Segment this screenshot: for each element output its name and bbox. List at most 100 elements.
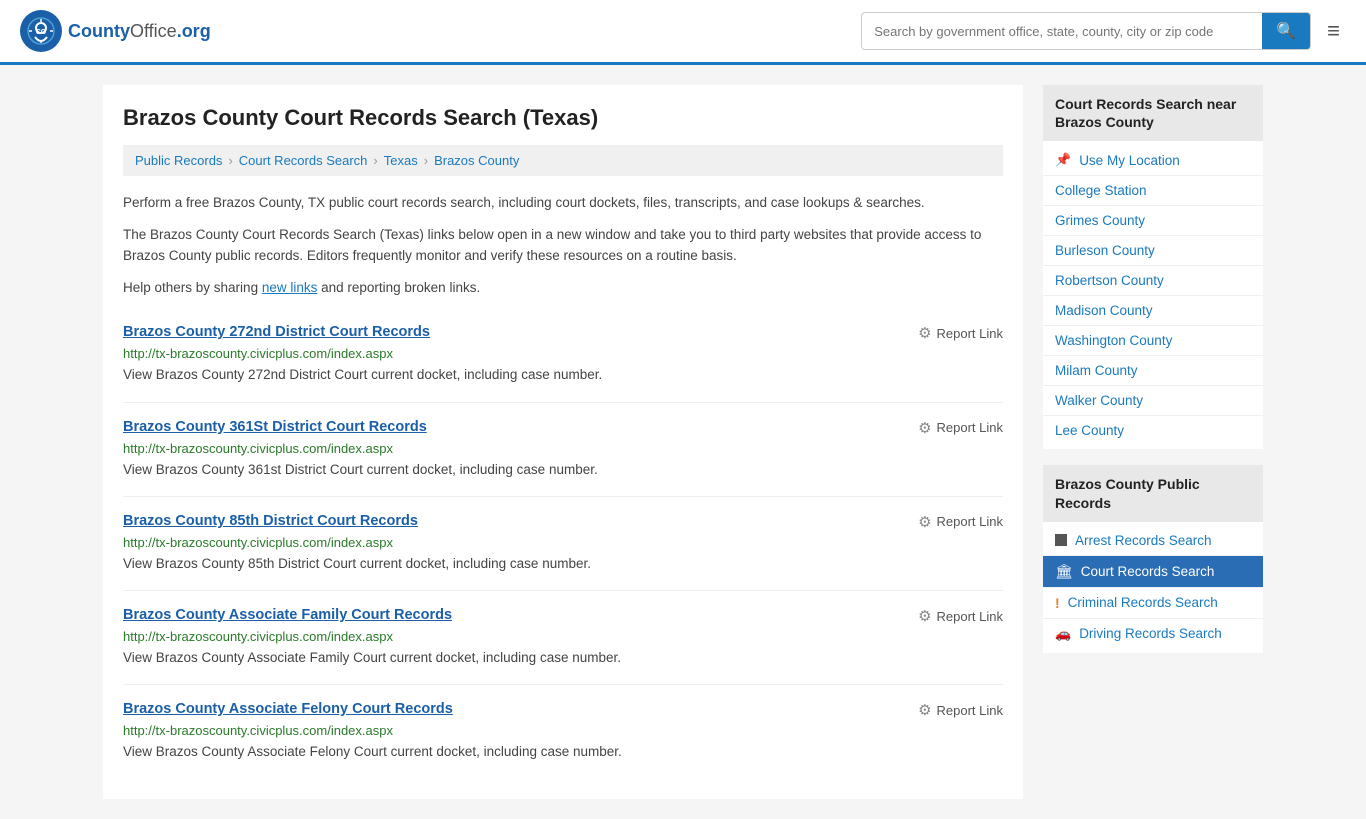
record-title-4[interactable]: Brazos County Associate Felony Court Rec… bbox=[123, 701, 453, 717]
report-link-3[interactable]: ⚙ Report Link bbox=[918, 607, 1003, 625]
description-2: The Brazos County Court Records Search (… bbox=[123, 224, 1003, 267]
nearby-link-label-6: Washington County bbox=[1055, 333, 1172, 348]
record-title-0[interactable]: Brazos County 272nd District Court Recor… bbox=[123, 324, 430, 340]
nearby-section-title: Court Records Search near Brazos County bbox=[1043, 85, 1263, 141]
record-header: Brazos County 361St District Court Recor… bbox=[123, 419, 1003, 437]
breadcrumb: Public Records › Court Records Search › … bbox=[123, 145, 1003, 176]
desc3-before: Help others by sharing bbox=[123, 280, 262, 295]
pub-link-1[interactable]: 🏛 Court Records Search bbox=[1043, 556, 1263, 588]
breadcrumb-sep-1: › bbox=[228, 153, 232, 168]
nearby-link-9[interactable]: Lee County bbox=[1043, 416, 1263, 445]
nearby-link-label-8: Walker County bbox=[1055, 393, 1143, 408]
pub-link-0[interactable]: Arrest Records Search bbox=[1043, 526, 1263, 556]
breadcrumb-texas[interactable]: Texas bbox=[384, 153, 418, 168]
logo-area: CO CountyOffice.org bbox=[20, 10, 211, 52]
nearby-link-label-2: Grimes County bbox=[1055, 213, 1145, 228]
report-link-0[interactable]: ⚙ Report Link bbox=[918, 324, 1003, 342]
sidebar: Court Records Search near Brazos County … bbox=[1043, 85, 1263, 799]
nearby-section: Court Records Search near Brazos County … bbox=[1043, 85, 1263, 449]
record-url-0[interactable]: http://tx-brazoscounty.civicplus.com/ind… bbox=[123, 346, 1003, 361]
breadcrumb-sep-3: › bbox=[424, 153, 428, 168]
record-title-3[interactable]: Brazos County Associate Family Court Rec… bbox=[123, 607, 452, 623]
search-button[interactable]: 🔍 bbox=[1262, 13, 1310, 49]
records-list: Brazos County 272nd District Court Recor… bbox=[123, 308, 1003, 778]
nearby-link-5[interactable]: Madison County bbox=[1043, 296, 1263, 326]
nearby-link-8[interactable]: Walker County bbox=[1043, 386, 1263, 416]
record-header: Brazos County 272nd District Court Recor… bbox=[123, 324, 1003, 342]
header: CO CountyOffice.org 🔍 ≡ bbox=[0, 0, 1366, 65]
pub-link-2[interactable]: ! Criminal Records Search bbox=[1043, 588, 1263, 619]
record-title-2[interactable]: Brazos County 85th District Court Record… bbox=[123, 513, 418, 529]
nearby-link-7[interactable]: Milam County bbox=[1043, 356, 1263, 386]
report-icon-2: ⚙ bbox=[918, 513, 931, 531]
pub-link-3[interactable]: 🚗 Driving Records Search bbox=[1043, 619, 1263, 649]
new-links-link[interactable]: new links bbox=[262, 280, 318, 295]
breadcrumb-sep-2: › bbox=[373, 153, 377, 168]
exclaim-icon: ! bbox=[1055, 595, 1060, 611]
report-icon-1: ⚙ bbox=[918, 419, 931, 437]
car-icon: 🚗 bbox=[1055, 626, 1071, 642]
content-area: Brazos County Court Records Search (Texa… bbox=[103, 85, 1023, 799]
nearby-link-label-0: Use My Location bbox=[1079, 153, 1180, 168]
nearby-links: 📌 Use My Location College Station Grimes Co… bbox=[1043, 141, 1263, 449]
record-url-3[interactable]: http://tx-brazoscounty.civicplus.com/ind… bbox=[123, 629, 1003, 644]
logo-icon: CO bbox=[20, 10, 62, 52]
breadcrumb-public-records[interactable]: Public Records bbox=[135, 153, 222, 168]
nearby-link-label-3: Burleson County bbox=[1055, 243, 1155, 258]
record-desc-2: View Brazos County 85th District Court c… bbox=[123, 554, 1003, 574]
record-url-2[interactable]: http://tx-brazoscounty.civicplus.com/ind… bbox=[123, 535, 1003, 550]
record-desc-0: View Brazos County 272nd District Court … bbox=[123, 365, 1003, 385]
description-3: Help others by sharing new links and rep… bbox=[123, 277, 1003, 299]
pub-link-label-1: Court Records Search bbox=[1081, 564, 1215, 579]
record-item: Brazos County 85th District Court Record… bbox=[123, 497, 1003, 591]
pub-records-links: Arrest Records Search🏛 Court Records Sear… bbox=[1043, 522, 1263, 653]
header-right: 🔍 ≡ bbox=[861, 12, 1346, 50]
search-bar: 🔍 bbox=[861, 12, 1311, 50]
svg-text:CO: CO bbox=[36, 29, 47, 36]
desc3-after: and reporting broken links. bbox=[317, 280, 480, 295]
record-url-1[interactable]: http://tx-brazoscounty.civicplus.com/ind… bbox=[123, 441, 1003, 456]
report-icon-3: ⚙ bbox=[918, 607, 931, 625]
public-records-section: Brazos County Public Records Arrest Reco… bbox=[1043, 465, 1263, 652]
breadcrumb-court-records[interactable]: Court Records Search bbox=[239, 153, 368, 168]
report-icon-0: ⚙ bbox=[918, 324, 931, 342]
nearby-link-2[interactable]: Grimes County bbox=[1043, 206, 1263, 236]
pin-icon: 📌 bbox=[1055, 152, 1071, 168]
nearby-link-4[interactable]: Robertson County bbox=[1043, 266, 1263, 296]
record-desc-3: View Brazos County Associate Family Cour… bbox=[123, 648, 1003, 668]
nearby-link-3[interactable]: Burleson County bbox=[1043, 236, 1263, 266]
record-header: Brazos County 85th District Court Record… bbox=[123, 513, 1003, 531]
square-icon bbox=[1055, 534, 1067, 546]
record-item: Brazos County 272nd District Court Recor… bbox=[123, 308, 1003, 402]
building-icon: 🏛 bbox=[1055, 563, 1073, 580]
public-records-title: Brazos County Public Records bbox=[1043, 465, 1263, 521]
nearby-link-label-4: Robertson County bbox=[1055, 273, 1164, 288]
record-desc-1: View Brazos County 361st District Court … bbox=[123, 460, 1003, 480]
pub-link-label-0: Arrest Records Search bbox=[1075, 533, 1212, 548]
menu-icon[interactable]: ≡ bbox=[1321, 12, 1346, 50]
search-input[interactable] bbox=[862, 16, 1262, 47]
main-container: Brazos County Court Records Search (Texa… bbox=[83, 65, 1283, 819]
record-desc-4: View Brazos County Associate Felony Cour… bbox=[123, 742, 1003, 762]
nearby-link-6[interactable]: Washington County bbox=[1043, 326, 1263, 356]
pub-link-label-2: Criminal Records Search bbox=[1068, 595, 1218, 610]
description-1: Perform a free Brazos County, TX public … bbox=[123, 192, 1003, 214]
nearby-link-0[interactable]: 📌 Use My Location bbox=[1043, 145, 1263, 176]
report-link-1[interactable]: ⚙ Report Link bbox=[918, 419, 1003, 437]
report-link-4[interactable]: ⚙ Report Link bbox=[918, 701, 1003, 719]
nearby-link-label-5: Madison County bbox=[1055, 303, 1153, 318]
record-title-1[interactable]: Brazos County 361St District Court Recor… bbox=[123, 419, 427, 435]
record-url-4[interactable]: http://tx-brazoscounty.civicplus.com/ind… bbox=[123, 723, 1003, 738]
report-link-2[interactable]: ⚙ Report Link bbox=[918, 513, 1003, 531]
record-header: Brazos County Associate Family Court Rec… bbox=[123, 607, 1003, 625]
logo-text: CountyOffice.org bbox=[68, 21, 211, 42]
nearby-link-1[interactable]: College Station bbox=[1043, 176, 1263, 206]
report-icon-4: ⚙ bbox=[918, 701, 931, 719]
record-item: Brazos County 361St District Court Recor… bbox=[123, 403, 1003, 497]
record-item: Brazos County Associate Felony Court Rec… bbox=[123, 685, 1003, 778]
record-header: Brazos County Associate Felony Court Rec… bbox=[123, 701, 1003, 719]
breadcrumb-brazos-county[interactable]: Brazos County bbox=[434, 153, 519, 168]
record-item: Brazos County Associate Family Court Rec… bbox=[123, 591, 1003, 685]
pub-link-label-3: Driving Records Search bbox=[1079, 626, 1222, 641]
nearby-link-label-9: Lee County bbox=[1055, 423, 1124, 438]
